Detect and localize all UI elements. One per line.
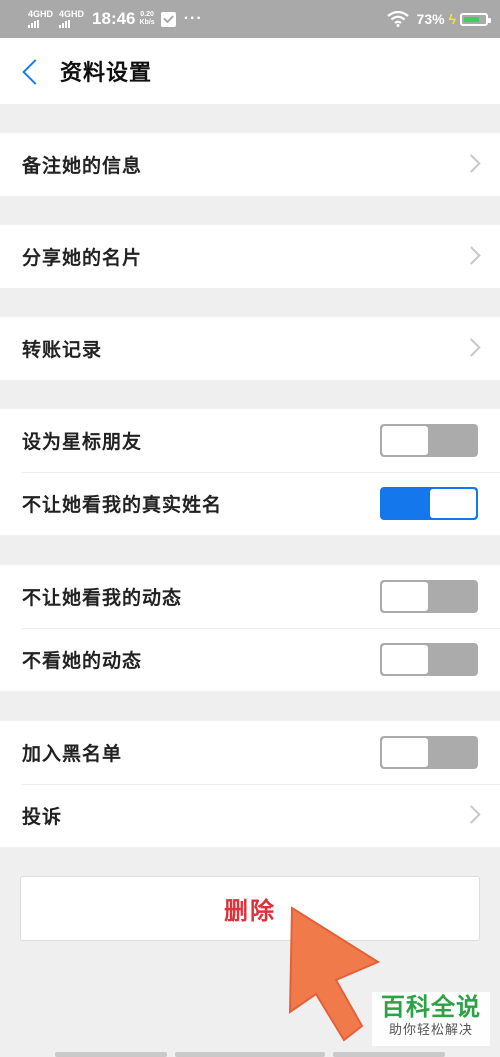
watermark-subtitle: 助你轻松解决 [388, 1023, 473, 1038]
bottom-nav-hint [55, 1052, 445, 1057]
watermark: 百科全说 助你轻松解决 [372, 992, 490, 1046]
annotation-arrow-icon [288, 906, 381, 1042]
watermark-title: 百科全说 [381, 993, 481, 1021]
